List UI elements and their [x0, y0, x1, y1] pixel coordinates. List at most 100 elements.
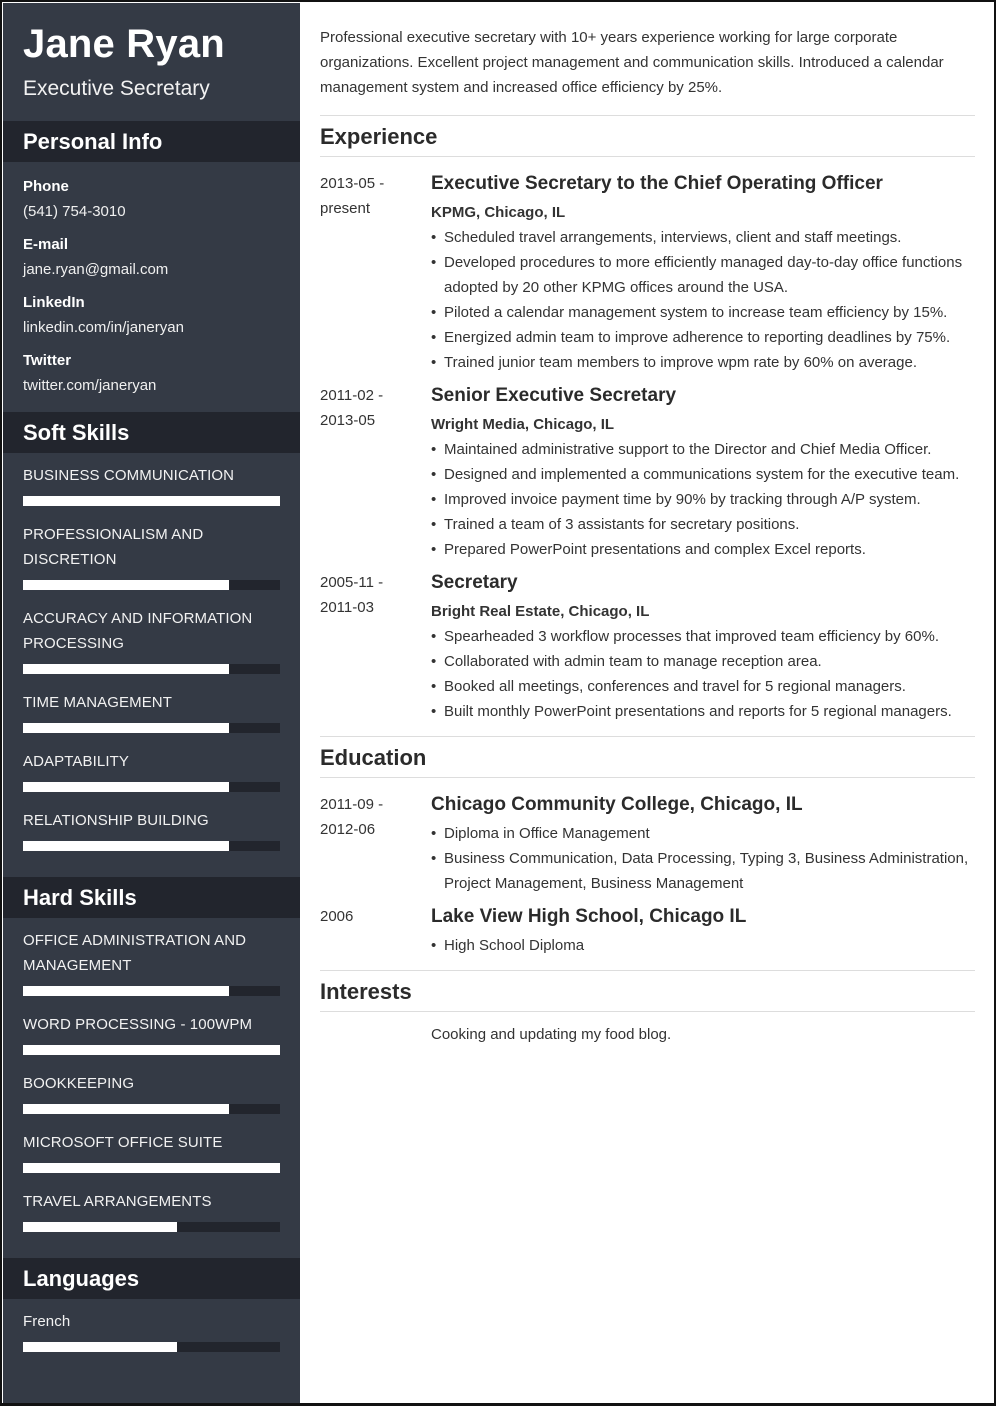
bullet-item: Collaborated with admin team to manage r… [431, 649, 975, 674]
interests-heading: Interests [320, 971, 975, 1012]
interests-text: Cooking and updating my food blog. [431, 1026, 672, 1043]
school-name: Lake View High School, Chicago IL [431, 906, 747, 927]
contact-email: E-mail jane.ryan@gmail.com [23, 232, 280, 282]
employer: Wright Media, Chicago, IL [431, 416, 615, 433]
employer: Bright Real Estate, Chicago, IL [431, 603, 650, 620]
bullet-item: Spearheaded 3 workflow processes that im… [431, 624, 975, 649]
entry-dates: 2006 [320, 904, 431, 958]
skill-item: Office Administration and Management [23, 928, 280, 996]
school-name: Chicago Community College, Chicago, IL [431, 794, 803, 815]
responsibilities-list: Scheduled travel arrangements, interview… [431, 225, 975, 375]
skill-bar [23, 986, 280, 996]
bullet-item: Diploma in Office Management [431, 821, 975, 846]
hard-skills-heading: Hard Skills [3, 877, 300, 918]
experience-list: 2013-05 - present Executive Secretary to… [320, 157, 975, 737]
entry-body: Chicago Community College, Chicago, IL D… [431, 792, 975, 896]
date-start: 2013-05 - [320, 175, 385, 192]
languages-list: French [3, 1299, 300, 1378]
entry-dates: 2011-09 - 2012-06 [320, 792, 431, 896]
bullet-item: Built monthly PowerPoint presentations a… [431, 699, 975, 724]
skill-name: Bookkeeping [23, 1075, 135, 1092]
employer: KPMG, Chicago, IL [431, 204, 566, 221]
responsibilities-list: Maintained administrative support to the… [431, 437, 975, 562]
education-details: Diploma in Office Management Business Co… [431, 821, 975, 896]
entry-dates: 2013-05 - present [320, 171, 431, 375]
language-bar-fill [23, 1342, 178, 1352]
entry-body: Lake View High School, Chicago IL High S… [431, 904, 975, 958]
phone-value: (541) 754-3010 [23, 203, 126, 220]
skill-bar [23, 841, 280, 851]
bullet-item: Prepared PowerPoint presentations and co… [431, 537, 975, 562]
language-bar [23, 1342, 280, 1352]
experience-heading: Experience [320, 116, 975, 157]
entry-body: Executive Secretary to the Chief Operati… [431, 171, 975, 375]
profile-summary: Professional executive secretary with 10… [320, 3, 975, 116]
skill-bar [23, 1045, 280, 1055]
contact-twitter: Twitter twitter.com/janeryan [23, 348, 280, 398]
contact-label: Twitter [23, 352, 72, 369]
sidebar: Jane Ryan Executive Secretary Personal I… [3, 3, 300, 1403]
skill-bar-fill [23, 1104, 229, 1114]
skill-name: Word Processing - 100WPM [23, 1016, 253, 1033]
bullet-item: Energized admin team to improve adherenc… [431, 325, 975, 350]
experience-entry: 2013-05 - present Executive Secretary to… [320, 171, 975, 375]
date-end: 2011-03 [320, 599, 374, 616]
skill-item: Accuracy and Information Processing [23, 606, 280, 674]
education-list: 2011-09 - 2012-06 Chicago Community Coll… [320, 778, 975, 971]
skill-item: Adaptability [23, 749, 280, 792]
skill-name: Time Management [23, 694, 173, 711]
skill-bar [23, 723, 280, 733]
skill-name: Travel Arrangements [23, 1193, 212, 1210]
linkedin-value: linkedin.com/in/janeryan [23, 319, 184, 336]
entry-dates: 2005-11 - 2011-03 [320, 570, 431, 724]
email-value: jane.ryan@gmail.com [23, 261, 169, 278]
date-start: 2006 [320, 908, 354, 925]
skill-item: Bookkeeping [23, 1071, 280, 1114]
skill-bar-fill [23, 782, 229, 792]
languages-heading: Languages [3, 1258, 300, 1299]
bullet-item: Scheduled travel arrangements, interview… [431, 225, 975, 250]
twitter-value: twitter.com/janeryan [23, 377, 157, 394]
bullet-item: Improved invoice payment time by 90% by … [431, 487, 975, 512]
skill-bar-fill [23, 723, 229, 733]
date-start: 2011-02 - [320, 387, 384, 404]
skill-item: Time Management [23, 690, 280, 733]
skill-item: Relationship Building [23, 808, 280, 851]
skill-name: Professionalism and Discretion [23, 526, 204, 568]
skill-bar-fill [23, 841, 229, 851]
entry-dates: 2011-02 - 2013-05 [320, 383, 431, 562]
resume-frame: Jane Ryan Executive Secretary Personal I… [3, 3, 994, 1403]
contact-phone: Phone (541) 754-3010 [23, 174, 280, 224]
job-title: Secretary [431, 572, 518, 593]
education-entry: 2011-09 - 2012-06 Chicago Community Coll… [320, 792, 975, 896]
skill-item: Travel Arrangements [23, 1189, 280, 1232]
education-heading: Education [320, 737, 975, 778]
bullet-item: Booked all meetings, conferences and tra… [431, 674, 975, 699]
skill-item: Word Processing - 100WPM [23, 1012, 280, 1055]
bullet-item: Developed procedures to more efficiently… [431, 250, 975, 300]
bullet-item: High School Diploma [431, 933, 975, 958]
experience-entry: 2011-02 - 2013-05 Senior Executive Secre… [320, 383, 975, 562]
skill-name: Business Communication [23, 467, 235, 484]
responsibilities-list: Spearheaded 3 workflow processes that im… [431, 624, 975, 724]
resume-page: Jane Ryan Executive Secretary Personal I… [0, 0, 996, 1406]
skill-bar [23, 496, 280, 506]
skill-name: Accuracy and Information Processing [23, 610, 253, 652]
name-block: Jane Ryan Executive Secretary [3, 3, 300, 121]
education-entry: 2006 Lake View High School, Chicago IL H… [320, 904, 975, 958]
contact-label: LinkedIn [23, 294, 85, 311]
candidate-name: Jane Ryan [23, 22, 225, 66]
skill-bar [23, 1104, 280, 1114]
bullet-item: Trained a team of 3 assistants for secre… [431, 512, 975, 537]
skill-name: Relationship Building [23, 812, 209, 829]
personal-info-heading: Personal Info [3, 121, 300, 162]
skill-bar-fill [23, 580, 229, 590]
skill-bar-fill [23, 664, 229, 674]
skill-item: Professionalism and Discretion [23, 522, 280, 590]
language-name: French [23, 1313, 71, 1330]
job-title: Senior Executive Secretary [431, 385, 677, 406]
skill-bar [23, 1163, 280, 1173]
skill-item: Business Communication [23, 463, 280, 506]
date-end: 2012-06 [320, 821, 376, 838]
job-title: Executive Secretary to the Chief Operati… [431, 173, 883, 194]
